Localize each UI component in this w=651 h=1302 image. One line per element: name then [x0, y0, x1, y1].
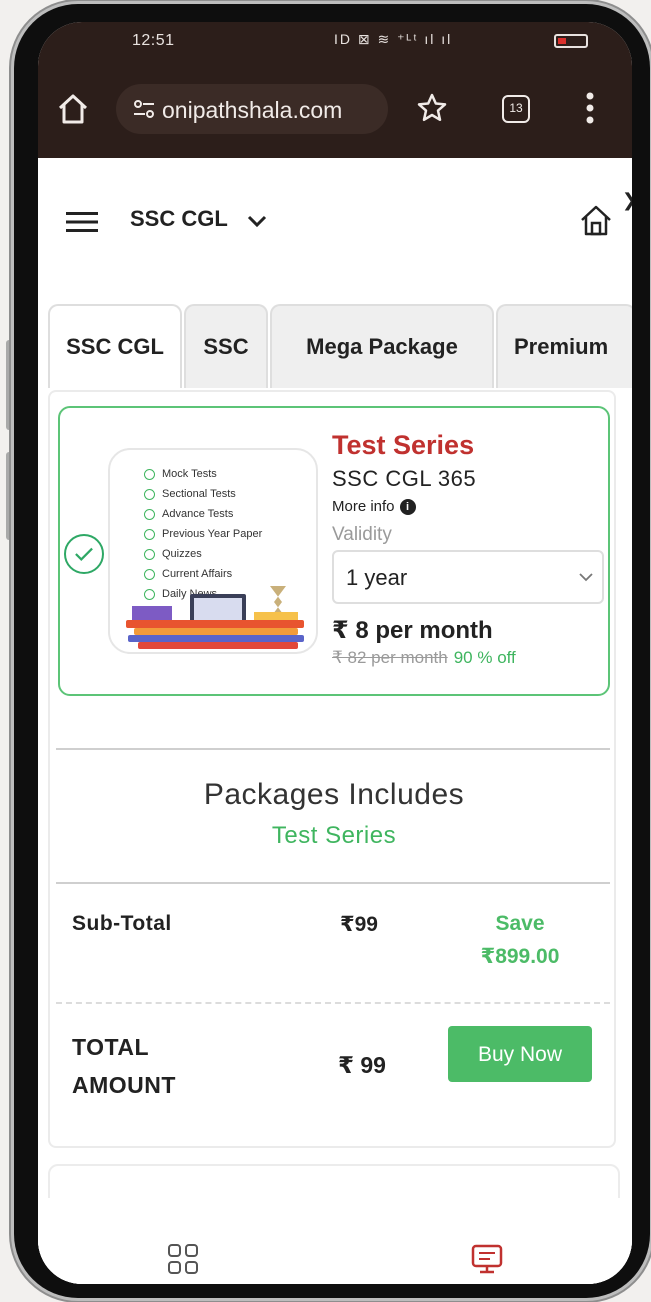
- phone-frame: 12:51 ID ⊠ ≋ ⁺ᴸᵗ ıl ıl onipathshala.com: [14, 4, 650, 1298]
- tab-premium[interactable]: Premium: [496, 304, 632, 388]
- grid-icon[interactable]: [166, 1242, 200, 1276]
- status-bar: 12:51 ID ⊠ ≋ ⁺ᴸᵗ ıl ıl: [38, 22, 632, 62]
- address-bar[interactable]: onipathshala.com: [116, 84, 388, 134]
- save-label: Save: [495, 912, 545, 935]
- dashed-divider: [56, 1002, 610, 1004]
- divider: [56, 748, 610, 750]
- chevron-down-icon: [579, 573, 593, 582]
- tab-ssc[interactable]: SSC: [184, 304, 268, 388]
- thumbnail-item: Advance Tests: [144, 504, 262, 524]
- thumbnail-item: Sectional Tests: [144, 484, 262, 504]
- selected-check-icon[interactable]: [64, 534, 104, 574]
- subtotal-label: Sub-Total: [72, 912, 172, 935]
- package-type: Test Series: [332, 430, 475, 460]
- package-name: SSC CGL 365: [332, 466, 477, 491]
- more-info-label: More info: [332, 498, 395, 515]
- thumbnail-item: Mock Tests: [144, 464, 262, 484]
- site-settings-icon[interactable]: [132, 98, 156, 120]
- url-text: onipathshala.com: [162, 97, 343, 123]
- includes-item: Test Series: [271, 822, 397, 849]
- more-info-link[interactable]: More info i: [332, 498, 416, 515]
- volume-button: [6, 340, 14, 430]
- package-thumbnail: Mock Tests Sectional Tests Advance Tests…: [108, 448, 318, 654]
- battery-icon: [554, 34, 588, 48]
- divider: [56, 882, 610, 884]
- package-price: ₹ 8 per month: [332, 617, 493, 644]
- package-tabs: SSC CGL SSC Mega Package Premium: [48, 304, 632, 394]
- validity-select[interactable]: 1 year: [332, 550, 604, 604]
- validity-selected-value: 1 year: [346, 565, 408, 590]
- thumbnail-item: Previous Year Paper: [144, 524, 262, 544]
- bookmark-star-icon[interactable]: [416, 92, 448, 124]
- save-amount: ₹899.00: [480, 945, 560, 968]
- status-time: 12:51: [132, 32, 175, 49]
- buy-now-button[interactable]: Buy Now: [448, 1026, 592, 1082]
- chevron-down-icon[interactable]: [246, 210, 268, 230]
- subtotal-value: ₹99: [340, 913, 378, 936]
- total-value: ₹ 99: [338, 1052, 386, 1078]
- books-illustration: [126, 586, 304, 649]
- validity-label: Validity: [332, 524, 392, 545]
- package-card: Mock Tests Sectional Tests Advance Tests…: [48, 390, 616, 1148]
- browser-home-icon[interactable]: [56, 92, 90, 126]
- thumbnail-item: Quizzes: [144, 544, 262, 564]
- bottom-navigation: [38, 1198, 632, 1284]
- tab-ssc-cgl[interactable]: SSC CGL: [48, 304, 182, 388]
- total-label: TOTAL: [72, 1034, 150, 1060]
- info-icon: i: [399, 498, 416, 515]
- exam-selector-label[interactable]: SSC CGL: [130, 206, 228, 232]
- browser-toolbar: onipathshala.com 13: [38, 62, 632, 158]
- tabs-scroll-arrow-icon[interactable]: ❯: [622, 190, 632, 211]
- total-label-line2: AMOUNT: [72, 1072, 176, 1098]
- includes-title: Packages Includes: [203, 778, 465, 811]
- discount-badge: 90 % off: [453, 648, 516, 667]
- phone-screen: 12:51 ID ⊠ ≋ ⁺ᴸᵗ ıl ıl onipathshala.com: [38, 22, 632, 1284]
- tab-mega-package[interactable]: Mega Package: [270, 304, 494, 388]
- power-button: [6, 452, 14, 540]
- tab-switcher-button[interactable]: 13: [502, 95, 530, 123]
- page-content: SSC CGL SSC CGL SSC Mega Package Premium…: [38, 158, 632, 1284]
- original-price: ₹ 82 per month: [332, 648, 448, 667]
- package-option[interactable]: Mock Tests Sectional Tests Advance Tests…: [58, 406, 610, 696]
- monitor-icon[interactable]: [470, 1242, 504, 1276]
- home-icon[interactable]: [578, 202, 614, 238]
- hamburger-menu-icon[interactable]: [66, 210, 98, 234]
- browser-menu-icon[interactable]: [584, 90, 596, 126]
- old-price-row: ₹ 82 per month 90 % off: [332, 648, 516, 668]
- status-icons: ID ⊠ ≋ ⁺ᴸᵗ ıl ıl: [334, 31, 453, 47]
